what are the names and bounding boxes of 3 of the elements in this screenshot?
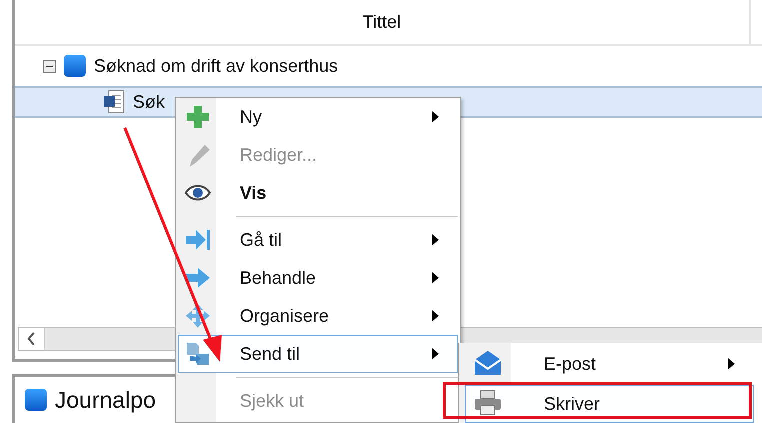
panel-title: Journalpo [55, 386, 156, 415]
row-title: Søk [133, 90, 166, 114]
row-title: Søknad om drift av konserthus [94, 54, 338, 78]
